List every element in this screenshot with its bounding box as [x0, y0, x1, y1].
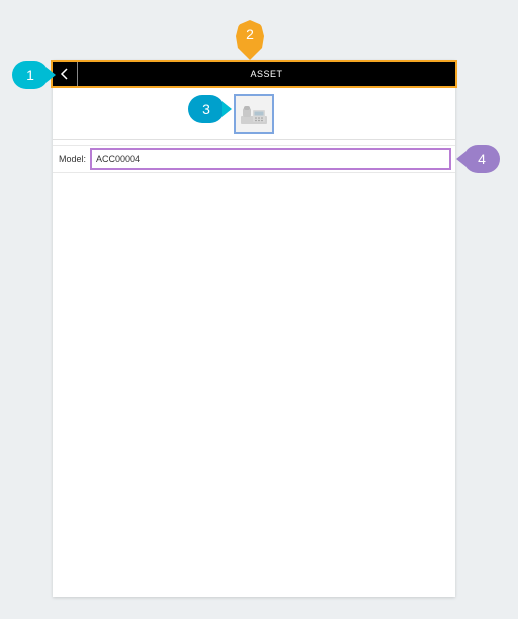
callout-1: 1 — [12, 61, 48, 89]
callout-2: 2 — [236, 20, 264, 60]
model-input[interactable] — [96, 154, 445, 164]
model-label: Model: — [57, 154, 90, 164]
callout-teardrop: 3 — [188, 95, 224, 123]
asset-image-area — [53, 88, 455, 140]
callout-4: 4 — [464, 145, 500, 173]
callout-number: 4 — [464, 151, 500, 167]
model-row: Model: — [53, 145, 455, 173]
phone-icon — [238, 98, 270, 130]
callout-number: 1 — [12, 67, 48, 83]
asset-image-box[interactable] — [234, 94, 274, 134]
back-button[interactable] — [53, 62, 77, 86]
callout-teardrop: 1 — [12, 61, 48, 89]
header-title: ASSET — [78, 62, 455, 86]
chevron-left-icon — [60, 68, 70, 80]
callout-number: 2 — [246, 26, 254, 42]
callout-teardrop: 4 — [464, 145, 500, 173]
callout-3: 3 — [188, 95, 224, 123]
callout-number: 3 — [188, 101, 224, 117]
asset-card: Model: — [53, 60, 455, 597]
callout-pin: 2 — [236, 20, 264, 60]
model-input-highlight — [90, 148, 451, 170]
header-bar: ASSET — [51, 60, 457, 88]
